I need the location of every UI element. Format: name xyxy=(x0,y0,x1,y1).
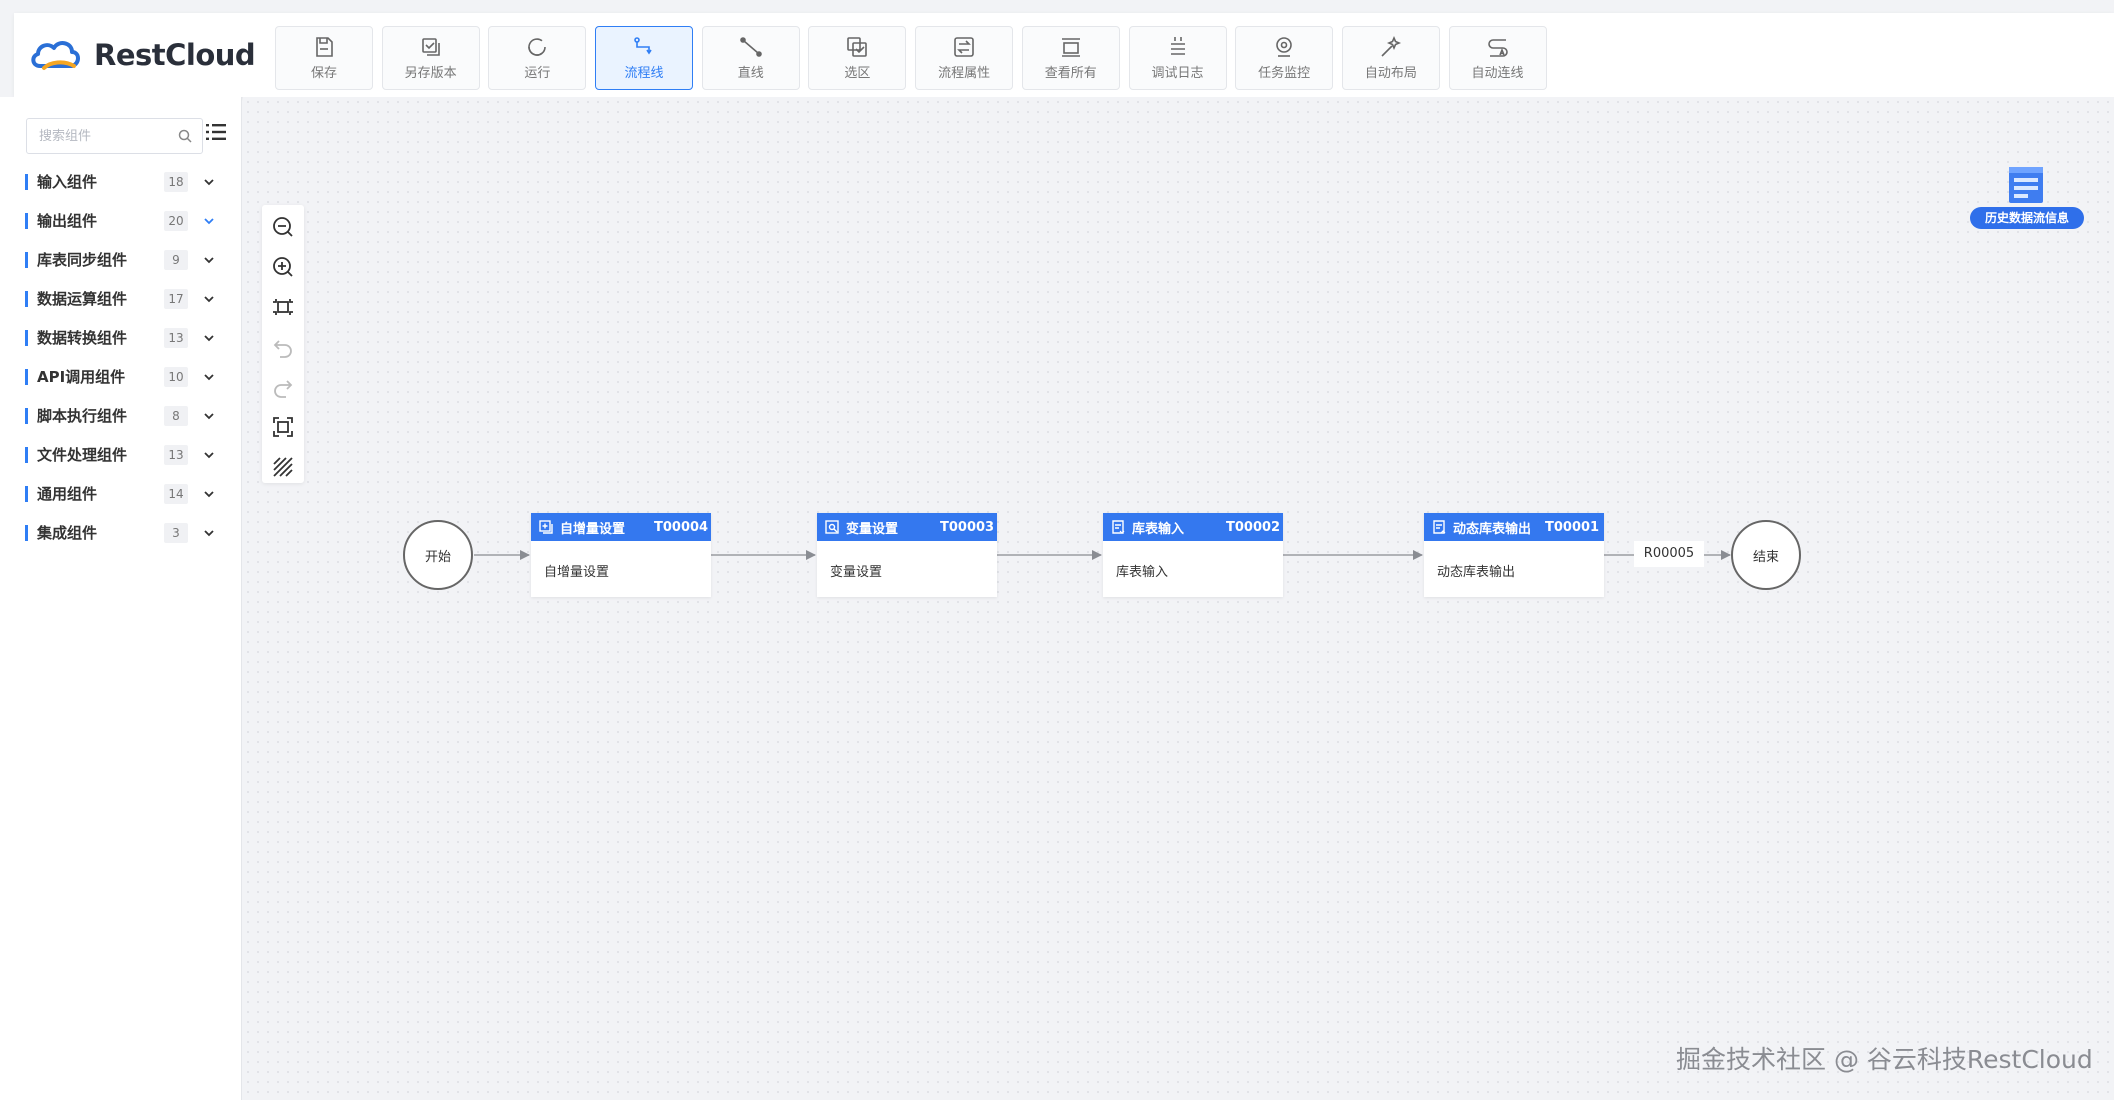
increment-setting-icon xyxy=(539,520,553,534)
task-node-body: 库表输入 xyxy=(1116,565,1169,580)
task-node-title: 库表输入 xyxy=(1132,521,1185,537)
task-node-header: 变量设置 T00003 xyxy=(817,513,997,541)
variable-setting-icon xyxy=(825,520,839,534)
history-label: 历史数据流信息 xyxy=(1970,207,2084,229)
table-output-icon xyxy=(1433,520,1446,534)
task-node-id: T00003 xyxy=(940,519,995,535)
task-node-id: T00001 xyxy=(1545,519,1600,535)
task-node-header: 动态库表输出 T00001 xyxy=(1424,513,1604,541)
start-node[interactable]: 开始 xyxy=(403,520,473,590)
task-node-body: 自增量设置 xyxy=(544,565,610,580)
task-node-body: 变量设置 xyxy=(830,565,883,580)
task-node-title: 变量设置 xyxy=(846,521,899,537)
task-node-title: 自增量设置 xyxy=(560,521,626,537)
history-data-flow-button[interactable]: 历史数据流信息 xyxy=(1968,165,2086,231)
data-server-icon xyxy=(2009,167,2043,203)
task-node-T00001[interactable]: 动态库表输出 T00001 动态库表输出 xyxy=(1424,513,1604,597)
edge-label[interactable]: R00005 xyxy=(1634,541,1704,567)
task-node-T00002[interactable]: 库表输入 T00002 库表输入 xyxy=(1103,513,1283,597)
task-node-body: 动态库表输出 xyxy=(1437,565,1516,580)
flow-diagram: 开始 自增量设置 T00004 自增量设置 变量设置 T00003 变量设置 库… xyxy=(0,0,2114,1100)
table-input-icon xyxy=(1112,520,1125,534)
end-node-label: 结束 xyxy=(1752,549,1779,565)
task-node-id: T00002 xyxy=(1226,519,1281,535)
task-node-header: 库表输入 T00002 xyxy=(1103,513,1283,541)
task-node-header: 自增量设置 T00004 xyxy=(531,513,711,541)
end-node[interactable]: 结束 xyxy=(1731,520,1801,590)
start-node-label: 开始 xyxy=(424,549,451,565)
task-node-T00004[interactable]: 自增量设置 T00004 自增量设置 xyxy=(531,513,711,597)
task-node-title: 动态库表输出 xyxy=(1453,521,1531,537)
task-node-T00003[interactable]: 变量设置 T00003 变量设置 xyxy=(817,513,997,597)
watermark: 掘金技术社区 @ 谷云科技RestCloud xyxy=(1676,1045,2093,1074)
task-node-id: T00004 xyxy=(654,519,709,535)
